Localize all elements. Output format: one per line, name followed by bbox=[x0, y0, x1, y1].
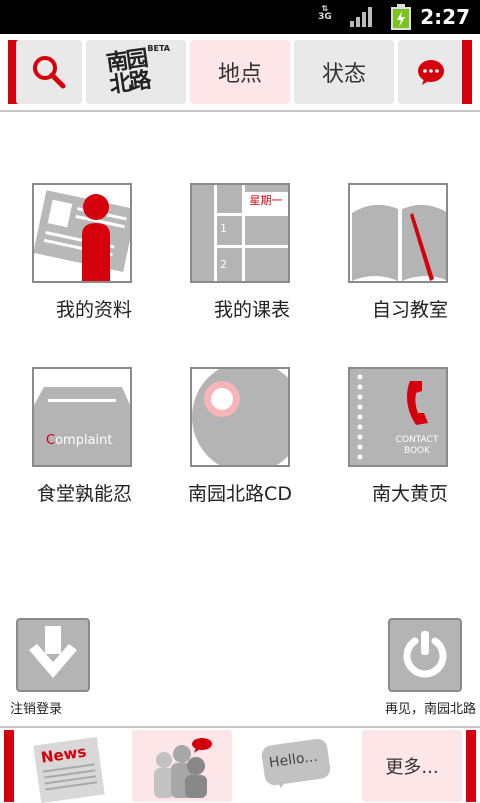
bottom-bar: News Hello... 更多... bbox=[0, 726, 480, 803]
hello-bubble-icon: Hello... bbox=[260, 737, 332, 790]
contact-line-1: CONTACT bbox=[395, 435, 439, 445]
bottom-left-accent bbox=[4, 730, 14, 802]
news-text: News bbox=[40, 743, 88, 767]
people-chat-icon bbox=[154, 738, 212, 798]
hello-button[interactable]: Hello... bbox=[246, 730, 346, 802]
schedule-icon: 星期一 1 2 bbox=[190, 183, 290, 283]
chat-button[interactable] bbox=[398, 40, 464, 104]
grid-item-schedule-label: 我的课表 bbox=[213, 299, 290, 321]
network-indicator: ⇅ 3G bbox=[316, 4, 334, 22]
tab-location-label: 地点 bbox=[217, 62, 262, 87]
power-icon bbox=[403, 631, 447, 678]
grid-item-cd[interactable]: 南园北路CD bbox=[188, 367, 292, 506]
chat-bubble-icon bbox=[418, 60, 444, 85]
bottom-right-accent bbox=[466, 730, 476, 802]
news-button[interactable]: News bbox=[14, 730, 124, 803]
grid-item-cd-label: 南园北路CD bbox=[188, 483, 292, 505]
cd-icon bbox=[190, 367, 290, 467]
clock: 2:27 bbox=[420, 5, 470, 29]
exit-label: 再见，南园北路 bbox=[384, 702, 476, 717]
app-logo: BETA 南园北路 bbox=[104, 44, 170, 100]
exit-box bbox=[388, 618, 462, 692]
news-icon: News bbox=[33, 736, 105, 803]
tab-status-label: 状态 bbox=[321, 62, 366, 87]
exit-button[interactable]: 再见，南园北路 bbox=[385, 618, 476, 717]
search-icon bbox=[33, 56, 66, 89]
grid-item-schedule[interactable]: 星期一 1 2 我的课表 bbox=[190, 183, 290, 322]
top-bar: BETA 南园北路 地点 状态 bbox=[0, 34, 480, 112]
logout-box bbox=[16, 618, 90, 692]
grid-item-profile-label: 我的资料 bbox=[55, 299, 132, 321]
news-text-value: News bbox=[39, 742, 88, 767]
network-type: 3G bbox=[318, 12, 332, 22]
contact-line-2: BOOK bbox=[403, 446, 431, 456]
tab-status[interactable]: 状态 bbox=[294, 40, 394, 104]
open-book-icon bbox=[348, 183, 448, 283]
status-bar: ⇅ 3G 2:27 bbox=[0, 0, 480, 34]
logout-button[interactable]: 注销登录 bbox=[10, 618, 90, 717]
grid-item-profile[interactable]: 我的资料 bbox=[32, 183, 132, 322]
schedule-row-1: 1 bbox=[220, 222, 227, 235]
battery-charging-icon bbox=[391, 4, 411, 30]
schedule-day-header: 星期一 bbox=[244, 192, 288, 213]
schedule-row-2: 2 bbox=[220, 258, 227, 271]
logo-text: 南园北路 bbox=[104, 46, 152, 99]
right-accent bbox=[462, 40, 472, 104]
phone-handset-icon bbox=[407, 381, 428, 425]
contact-book-text: CONTACT BOOK bbox=[388, 435, 446, 457]
complaint-text-value: Complaint bbox=[46, 433, 113, 448]
tab-location[interactable]: 地点 bbox=[190, 40, 290, 104]
signal-icon bbox=[350, 7, 372, 27]
arrow-down-icon bbox=[29, 626, 77, 678]
more-button[interactable]: 更多... bbox=[362, 730, 462, 802]
search-button[interactable] bbox=[16, 40, 82, 104]
logo-button[interactable]: BETA 南园北路 bbox=[86, 40, 186, 104]
grid-item-yellow-pages[interactable]: CONTACT BOOK 南大黄页 bbox=[348, 367, 448, 506]
grid-item-canteen[interactable]: Complaint 食堂孰能忍 bbox=[32, 367, 132, 506]
complaint-icon: Complaint bbox=[32, 367, 132, 467]
logout-label: 注销登录 bbox=[10, 702, 63, 717]
contact-book-icon: CONTACT BOOK bbox=[348, 367, 448, 467]
complaint-text: Complaint bbox=[46, 433, 112, 448]
grid-item-canteen-label: 食堂孰能忍 bbox=[36, 483, 132, 505]
friends-button[interactable] bbox=[132, 730, 232, 802]
grid-item-study-room-label: 自习教室 bbox=[371, 299, 448, 321]
spiral-binding bbox=[356, 369, 364, 465]
grid-item-study-room[interactable]: 自习教室 bbox=[348, 183, 448, 322]
grid-item-yellow-pages-label: 南大黄页 bbox=[371, 483, 448, 505]
more-label: 更多... bbox=[385, 757, 439, 778]
profile-icon bbox=[32, 183, 132, 283]
